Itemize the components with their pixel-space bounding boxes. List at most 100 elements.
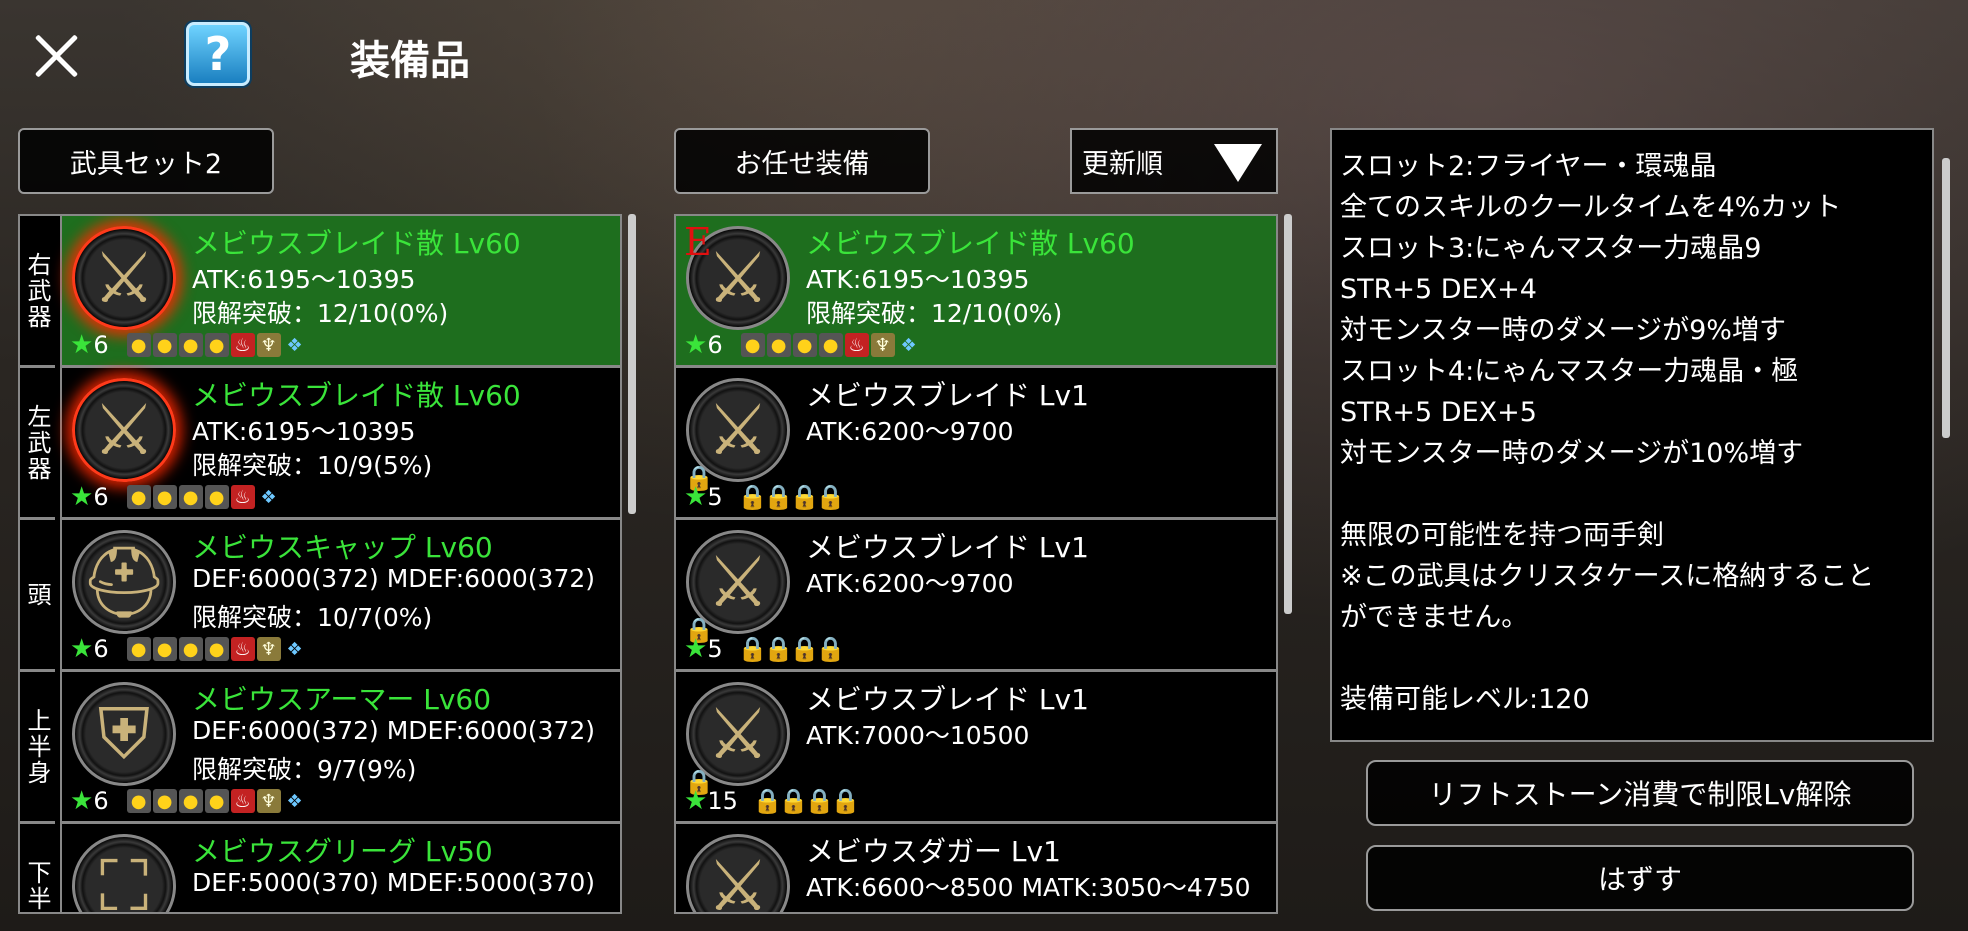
inventory-item-row[interactable]: ⚔ 🔒 メビウスブレイド Lv1 ATK:6200～9700 ★ 5 🔒 🔒 🔒 🔒 — [676, 368, 1276, 520]
item-bottom-row: ★ 15 🔒 🔒 🔒 🔒 — [684, 786, 861, 816]
ice-gem-icon: ❖ — [260, 486, 277, 508]
lock-icon: 🔒 — [737, 483, 768, 511]
help-button[interactable]: ? — [186, 22, 250, 86]
item-stats: DEF:6000(372) MDEF:6000(372) — [192, 716, 596, 745]
star-icon: ★ — [70, 786, 94, 816]
star-icon: ★ — [684, 330, 708, 360]
yellow-gem-icon: ● — [126, 485, 151, 509]
figure-gem-icon: ♆ — [256, 637, 281, 661]
unequip-button[interactable]: はずす — [1366, 845, 1914, 911]
lock-icon: 🔒 — [789, 483, 820, 511]
equipped-item-row[interactable]: ⛑ メビウスキャップ Lv60 DEF:6000(372) MDEF:6000(37… — [60, 520, 620, 672]
item-name: メビウスキャップ Lv60 — [192, 531, 493, 564]
lock-icon: 🔒 — [815, 635, 846, 663]
rarity-count: 6 — [93, 635, 109, 663]
item-stats: ATK:6200～9700 — [806, 417, 1014, 446]
item-detail-panel: スロット2:フライヤー・環魂晶 全てのスキルのクールタイムを4%カット スロット3:… — [1330, 128, 1934, 742]
item-icon-frame: ⚔ — [686, 834, 790, 914]
yellow-gem-icon: ● — [204, 637, 229, 661]
inventory-item-row[interactable]: ⚔ メビウスダガー Lv1 ATK:6600～8500 MATK:3050～4750 — [676, 824, 1276, 914]
detail-text-line: 全てのスキルのクールタイムを4%カット — [1340, 192, 1842, 223]
inventory-scrollbar[interactable] — [1284, 214, 1292, 614]
detail-text-line: 対モンスター時のダメージが10%増す — [1340, 438, 1804, 469]
item-name: メビウスブレイド Lv1 — [806, 379, 1089, 412]
lock-icon: 🔒 — [778, 787, 809, 815]
figure-gem-icon: ♆ — [256, 789, 281, 813]
slot-label: 下半身 — [20, 824, 55, 913]
item-stats: ATK:6195～10395 — [192, 417, 416, 446]
detail-text-line: スロット4:にゃんマスター力魂晶・極 — [1340, 356, 1799, 387]
rarity-count: 5 — [707, 483, 723, 511]
detail-scrollbar[interactable] — [1942, 158, 1950, 438]
item-bottom-row: ★ 5 🔒 🔒 🔒 🔒 — [684, 634, 846, 664]
lock-icon: 🔒 — [737, 635, 768, 663]
inventory-item-row[interactable]: ⚔ 🔒 メビウスブレイド Lv1 ATK:6200～9700 ★ 5 🔒 🔒 🔒 🔒 — [676, 520, 1276, 672]
item-name: メビウスブレイド Lv1 — [806, 531, 1089, 564]
item-name: メビウスグリーグ Lv50 — [192, 835, 493, 868]
yellow-gem-icon: ● — [766, 333, 791, 357]
detail-text-line: STR+5 DEX+4 — [1340, 274, 1537, 305]
sword-icon: ⚔ — [706, 389, 770, 471]
item-stats: DEF:5000(370) MDEF:5000(370) — [192, 868, 596, 897]
yellow-gem-icon: ● — [178, 485, 203, 509]
sword-icon: ⚔ — [92, 237, 156, 319]
item-bottom-row: ★ 6 ● ● ● ● ♨ ♆ ❖ — [70, 330, 309, 360]
detail-text-line: 対モンスター時のダメージが9%増す — [1340, 315, 1786, 346]
inventory-list: ⚔ E メビウスブレイド散 Lv60 ATK:6195～10395 限解突破：12/10… — [676, 216, 1276, 914]
detail-text-line: 無限の可能性を持つ両手剣 — [1340, 520, 1664, 551]
slot-label: 頭 — [20, 520, 55, 672]
ice-gem-icon: ❖ — [900, 334, 917, 356]
star-icon: ★ — [684, 634, 708, 664]
auto-equip-button[interactable]: お任せ装備 — [674, 128, 930, 194]
detail-text-line: スロット2:フライヤー・環魂晶 — [1340, 151, 1717, 182]
item-stats: ATK:6195～10395 — [806, 265, 1030, 294]
close-icon[interactable] — [28, 28, 84, 84]
fire-gem-icon: ♨ — [230, 637, 255, 661]
detail-text-line: ができません。 — [1340, 602, 1529, 633]
item-name: メビウスアーマー Lv60 — [192, 683, 492, 716]
item-bottom-row: ★ 6 ● ● ● ● ♨ ♆ ❖ — [684, 330, 923, 360]
sword-icon: ⚔ — [92, 389, 156, 471]
equipment-set-button[interactable]: 武具セット2 — [18, 128, 274, 194]
slot-label: 左武器 — [20, 368, 55, 520]
item-stats: ATK:7000～10500 — [806, 721, 1030, 750]
greaves-icon: ⛶ — [99, 845, 149, 914]
inventory-item-row[interactable]: ⚔ E メビウスブレイド散 Lv60 ATK:6195～10395 限解突破：12/10… — [676, 216, 1276, 368]
yellow-gem-icon: ● — [204, 789, 229, 813]
slot-column: 右武器 左武器 頭 上半身 下半身 — [20, 216, 60, 913]
fire-gem-icon: ♨ — [230, 485, 255, 509]
ice-gem-icon: ❖ — [286, 334, 303, 356]
sword-icon: ⚔ — [706, 541, 770, 623]
rarity-count: 6 — [93, 483, 109, 511]
item-icon-frame: ⚔ — [72, 378, 176, 482]
inventory-item-row[interactable]: ⚔ 🔒 メビウスブレイド Lv1 ATK:7000～10500 ★ 15 🔒 🔒 🔒 🔒 — [676, 672, 1276, 824]
lock-icon: 🔒 — [763, 635, 794, 663]
item-bottom-row: ★ 6 ● ● ● ● ♨ ♆ ❖ — [70, 786, 309, 816]
equipped-scrollbar[interactable] — [628, 214, 636, 514]
equipped-item-row[interactable]: ⛶ メビウスグリーグ Lv50 DEF:5000(370) MDEF:5000(37… — [60, 824, 620, 914]
yellow-gem-icon: ● — [126, 789, 151, 813]
detail-text-line: ※この武具はクリスタケースに格納すること — [1340, 561, 1875, 592]
lock-icon: 🔒 — [763, 483, 794, 511]
sword-icon: ⚔ — [706, 845, 770, 914]
item-stats: ATK:6600～8500 MATK:3050～4750 — [806, 873, 1251, 902]
item-icon-frame: ⛑ — [72, 530, 176, 634]
rarity-count: 6 — [93, 331, 109, 359]
detail-text-line — [1340, 474, 1924, 515]
yellow-gem-icon: ● — [178, 333, 203, 357]
star-icon: ★ — [70, 634, 94, 664]
rift-stone-unlock-button[interactable]: リフトストーン消費で制限Lv解除 — [1366, 760, 1914, 826]
equipped-item-row[interactable]: ⛨ メビウスアーマー Lv60 DEF:6000(372) MDEF:6000(37… — [60, 672, 620, 824]
star-icon: ★ — [70, 330, 94, 360]
item-limit-break: 限解突破：10/7(0%) — [192, 603, 433, 632]
ice-gem-icon: ❖ — [286, 638, 303, 660]
fire-gem-icon: ♨ — [230, 789, 255, 813]
equipped-item-row[interactable]: ⚔ メビウスブレイド散 Lv60 ATK:6195～10395 限解突破：12/10(… — [60, 216, 620, 368]
equipped-item-row[interactable]: ⚔ メビウスブレイド散 Lv60 ATK:6195～10395 限解突破：10/9(5… — [60, 368, 620, 520]
item-stats: ATK:6200～9700 — [806, 569, 1014, 598]
lock-icon: 🔒 — [815, 483, 846, 511]
sort-dropdown[interactable]: 更新順 — [1070, 128, 1278, 194]
item-name: メビウスダガー Lv1 — [806, 835, 1061, 868]
rarity-count: 6 — [707, 331, 723, 359]
slot-label: 上半身 — [20, 672, 55, 824]
